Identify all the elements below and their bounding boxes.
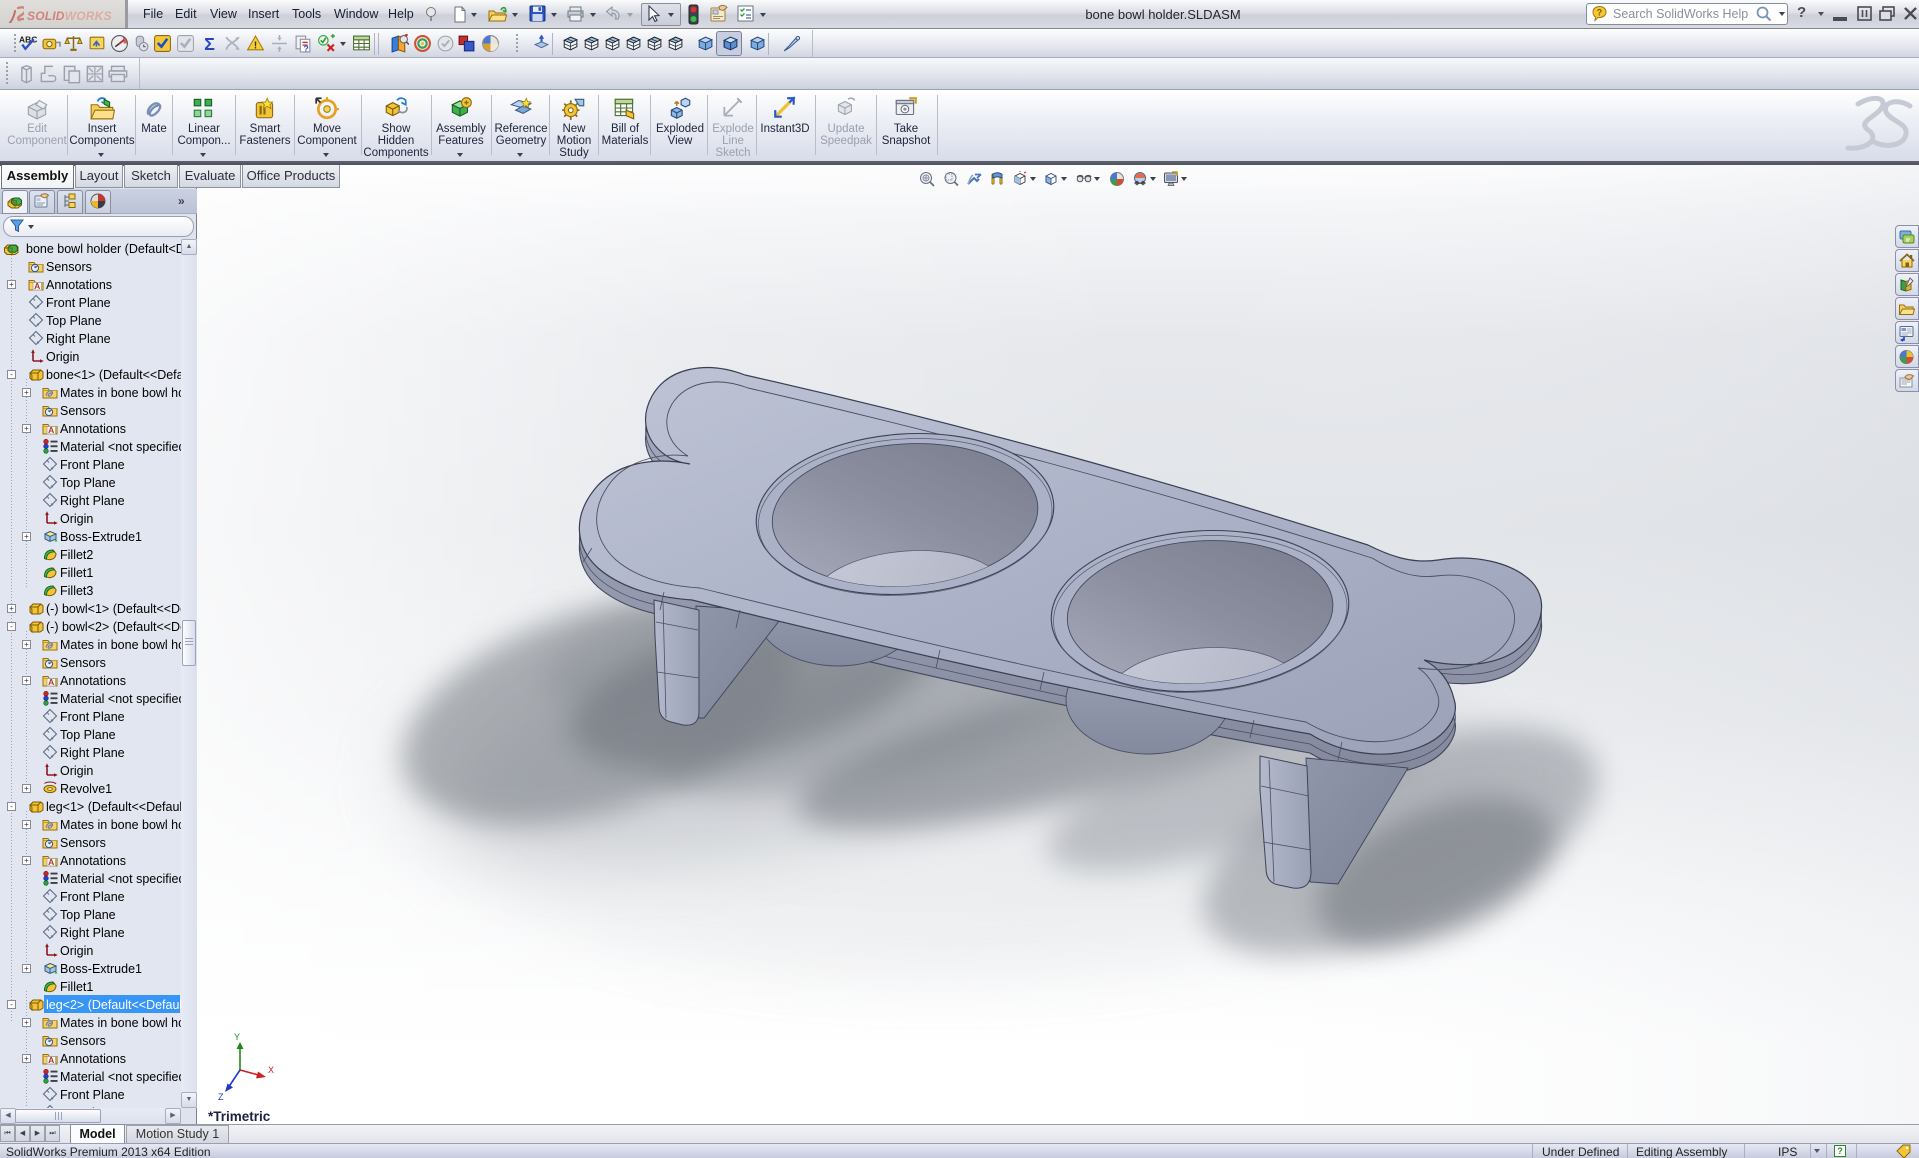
svg-text:Σ: Σ [204, 34, 215, 53]
svg-text:A: A [48, 1055, 54, 1065]
svg-text:?: ? [1597, 8, 1603, 18]
svg-text:A: A [48, 857, 54, 867]
svg-text:A: A [48, 677, 54, 687]
svg-text:X: X [268, 1065, 274, 1075]
svg-text:!: ! [254, 39, 258, 51]
svg-text:A: A [48, 425, 54, 435]
svg-text:ABC: ABC [19, 34, 37, 44]
svg-text:A: A [34, 281, 40, 291]
svg-text:Z: Z [218, 1092, 224, 1102]
svg-text:Y: Y [234, 1032, 240, 1042]
svg-text:?: ? [304, 43, 309, 53]
